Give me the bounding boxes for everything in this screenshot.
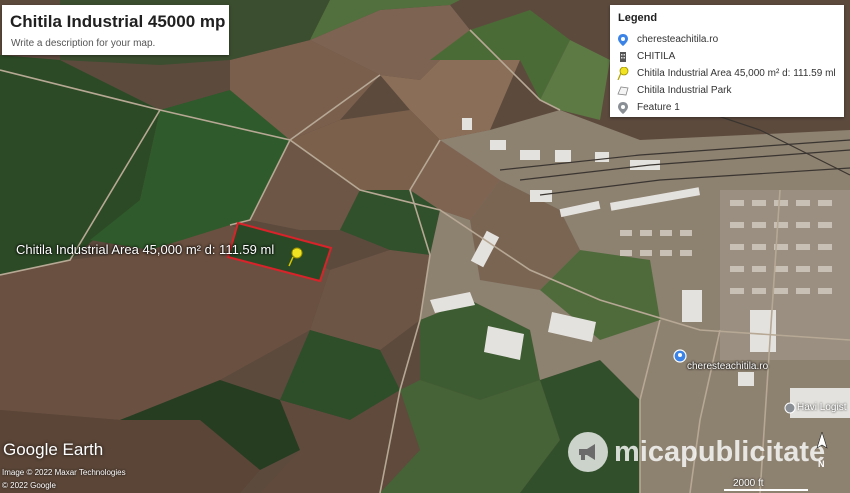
legend-heading: Legend: [618, 12, 658, 24]
scale-label: 2000 ft: [733, 478, 764, 489]
legend-item-parcel[interactable]: Chitila Industrial Area 45,000 m² d: 111…: [616, 65, 836, 82]
legend-item-label: Feature 1: [637, 102, 680, 113]
legend-item-label: Chitila Industrial Park: [637, 85, 732, 96]
map-title-panel: Chitila Industrial 45000 mp Write a desc…: [2, 5, 229, 55]
legend-item-label: Chitila Industrial Area 45,000 m² d: 111…: [637, 68, 836, 79]
grey-pin-icon: [616, 101, 630, 115]
site-location-pin-icon[interactable]: [673, 349, 687, 363]
legend-item-label: CHITILA: [637, 51, 676, 62]
parcel-label[interactable]: Chitila Industrial Area 45,000 m² d: 111…: [16, 242, 274, 257]
havi-logistics-label[interactable]: Havi Logist: [797, 402, 846, 413]
building-icon: [616, 50, 630, 64]
legend-item-chitila[interactable]: CHITILA: [616, 48, 675, 65]
imagery-credit: Image © 2022 Maxar Technologies: [2, 468, 126, 477]
google-earth-logo: Google Earth: [3, 440, 104, 459]
map-title: Chitila Industrial 45000 mp: [10, 12, 226, 31]
location-pin-icon: [616, 33, 630, 47]
scale-bar: [724, 489, 808, 491]
legend-item-industrial-park[interactable]: Chitila Industrial Park: [616, 82, 731, 99]
legend-panel: Legend cheresteachitila.ro CHITILA Chiti…: [610, 5, 844, 117]
legend-item-cheresteachitila[interactable]: cheresteachitila.ro: [616, 31, 718, 48]
legend-item-label: cheresteachitila.ro: [637, 34, 719, 45]
watermark: micapublicitate: [568, 432, 825, 472]
feature-pin-icon[interactable]: [784, 402, 796, 414]
compass-north-label: N: [818, 459, 825, 469]
site-label[interactable]: cheresteachitila.ro: [687, 361, 768, 372]
watermark-text: micapublicitate: [614, 435, 826, 468]
yellow-pushpin-icon: [616, 67, 630, 81]
map-description[interactable]: Write a description for your map.: [11, 38, 155, 49]
legend-item-feature-1[interactable]: Feature 1: [616, 99, 680, 116]
copyright-credit: © 2022 Google: [2, 481, 56, 490]
polygon-icon: [616, 84, 630, 98]
residential-area: [720, 190, 850, 360]
megaphone-icon: [568, 432, 608, 472]
